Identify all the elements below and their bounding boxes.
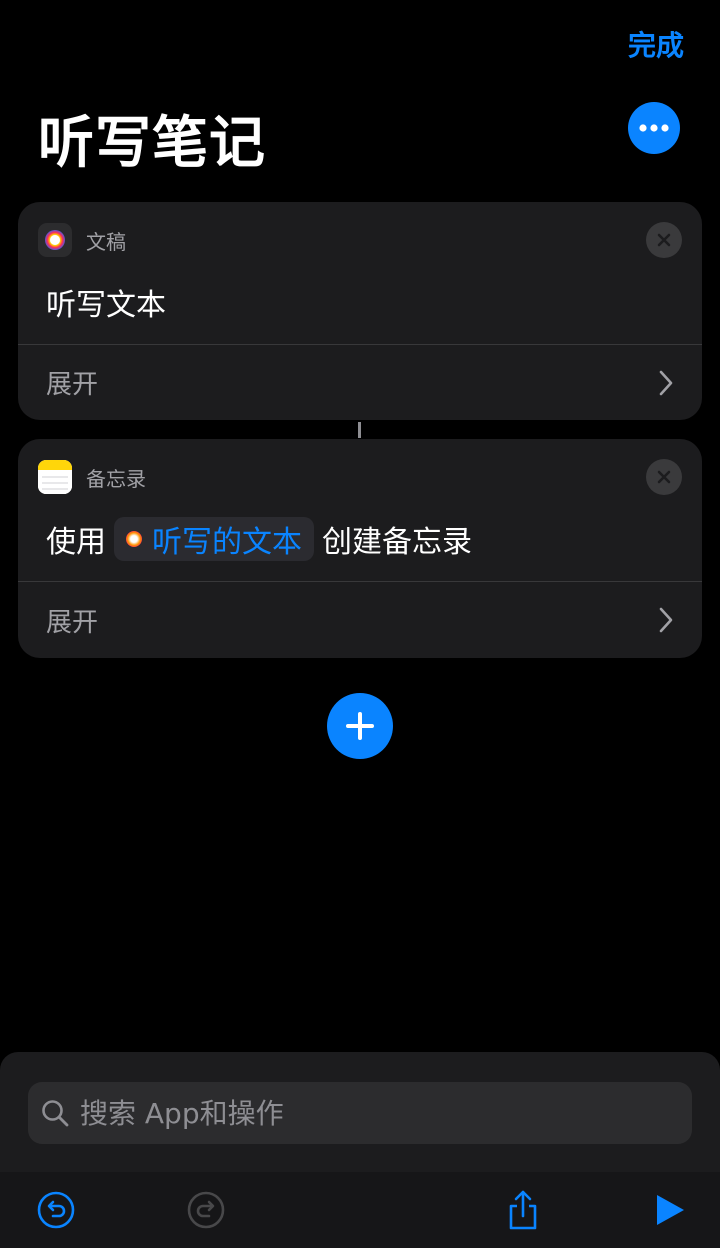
play-icon <box>657 1195 684 1225</box>
chevron-right-icon <box>659 607 673 633</box>
plus-icon <box>346 712 374 740</box>
action-prefix: 使用 <box>46 525 106 560</box>
remove-action-button[interactable] <box>646 459 682 495</box>
close-icon <box>657 233 671 247</box>
action-card-transcribe: 文稿 听写文本 展开 <box>18 202 702 420</box>
page-title: 听写笔记 <box>38 111 266 176</box>
variable-token[interactable]: 听写的文本 <box>114 517 314 561</box>
search-bar[interactable] <box>28 1082 692 1144</box>
undo-icon <box>37 1191 75 1229</box>
search-input[interactable] <box>80 1096 692 1130</box>
variable-label: 听写的文本 <box>152 525 302 560</box>
search-icon <box>42 1100 69 1127</box>
notes-app-icon <box>38 460 72 494</box>
close-icon <box>657 470 671 484</box>
action-card-header: 文稿 <box>38 222 126 258</box>
done-button[interactable]: 完成 <box>628 24 684 64</box>
action-search-sheet <box>0 1052 720 1248</box>
expand-row[interactable]: 展开 <box>18 582 702 658</box>
expand-label: 展开 <box>46 370 99 400</box>
action-connector <box>358 422 361 438</box>
undo-button[interactable] <box>32 1186 80 1234</box>
transcript-app-icon <box>38 223 72 257</box>
action-suffix: 创建备忘录 <box>322 525 472 560</box>
action-description[interactable]: 听写文本 <box>46 280 166 324</box>
action-text: 听写文本 <box>46 288 166 323</box>
action-app-name: 文稿 <box>86 229 126 254</box>
remove-action-button[interactable] <box>646 222 682 258</box>
run-button[interactable] <box>646 1186 694 1234</box>
share-button[interactable] <box>499 1186 547 1234</box>
action-card-create-note: 备忘录 使用 听写的文本 创建备忘录 展开 <box>18 439 702 658</box>
redo-icon <box>187 1191 225 1229</box>
redo-button[interactable] <box>182 1186 230 1234</box>
action-app-name: 备忘录 <box>86 466 146 491</box>
chevron-right-icon <box>659 370 673 395</box>
action-description: 使用 听写的文本 创建备忘录 <box>46 517 472 561</box>
shortcut-editor-screen: 完成 听写笔记 文稿 听写文本 展开 备忘录 使用 听写的文本 创建备忘录 展开… <box>0 0 720 1248</box>
more-options-button[interactable] <box>628 102 680 154</box>
add-action-button[interactable] <box>327 693 393 759</box>
expand-label: 展开 <box>46 607 99 638</box>
share-icon <box>509 1190 537 1230</box>
bottom-toolbar <box>0 1172 720 1248</box>
action-card-header: 备忘录 <box>38 459 146 495</box>
expand-row[interactable]: 展开 <box>18 345 702 420</box>
ellipsis-icon <box>639 124 669 132</box>
transcript-variable-icon <box>126 531 142 547</box>
